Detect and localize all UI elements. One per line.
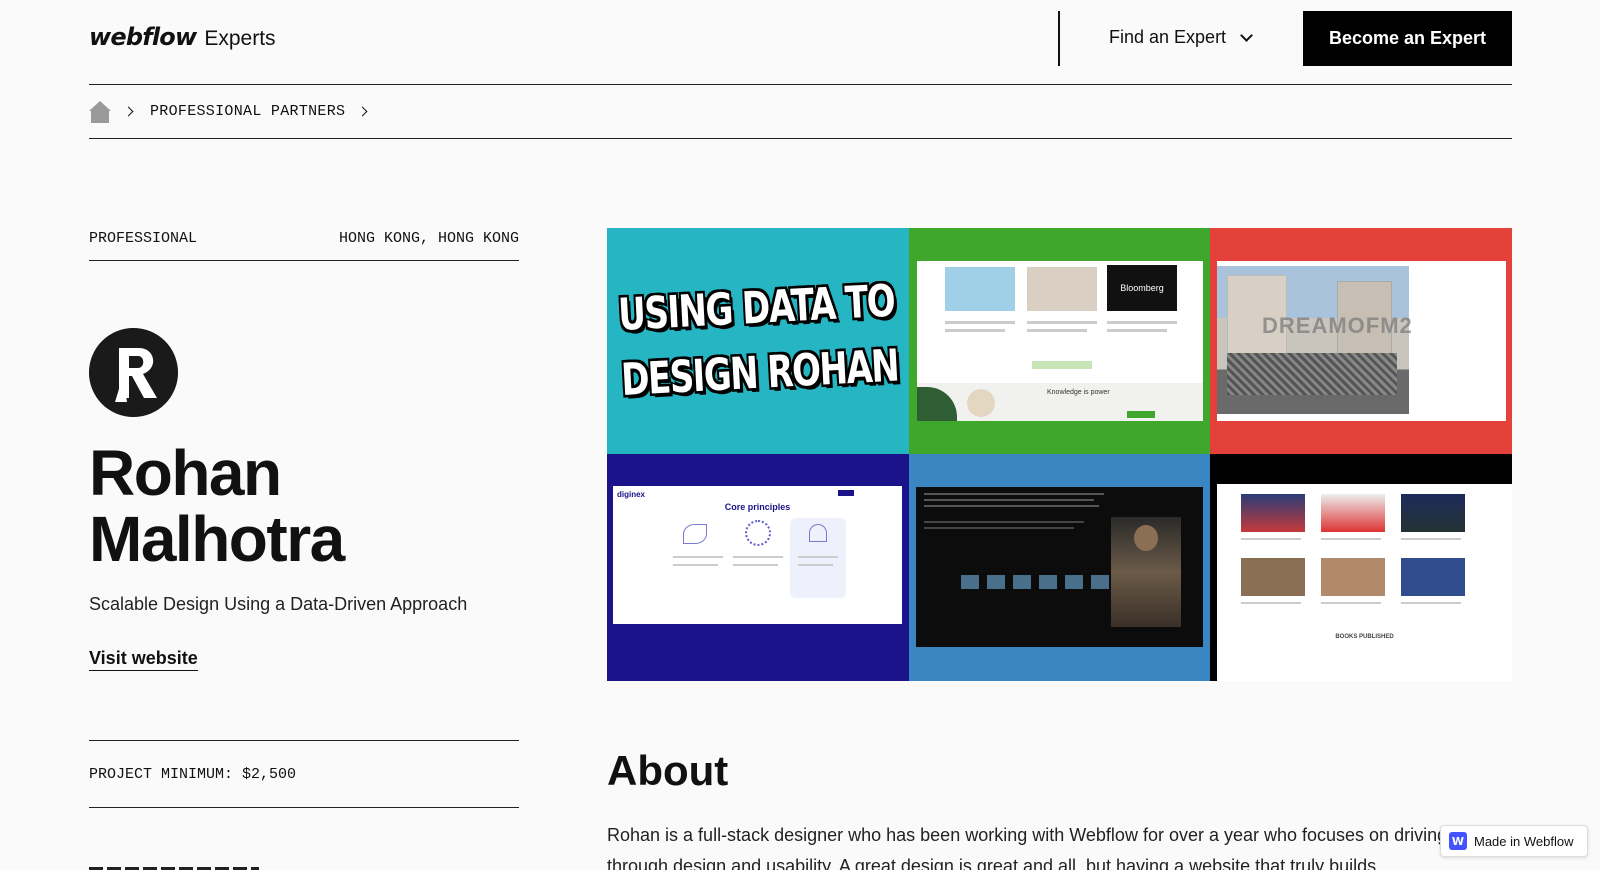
logo-sub: Experts bbox=[204, 27, 276, 50]
gallery-tile-4[interactable]: diginex Core principles bbox=[607, 454, 909, 681]
made-in-webflow-badge[interactable]: W Made in Webflow bbox=[1440, 825, 1588, 857]
tile-4-brand: diginex bbox=[617, 490, 646, 499]
become-expert-button[interactable]: Become an Expert bbox=[1303, 11, 1512, 66]
tile-3-screenshot: DREAMOFM2 bbox=[1217, 261, 1506, 421]
expert-last-name: Malhotra bbox=[89, 503, 345, 575]
badge-label: Made in Webflow bbox=[1474, 833, 1574, 849]
tile-5-screenshot bbox=[916, 487, 1203, 647]
partner-location: HONG KONG, HONG KONG bbox=[338, 230, 519, 247]
expert-first-name: Rohan bbox=[89, 437, 282, 509]
expert-tagline: Scalable Design Using a Data-Driven Appr… bbox=[89, 594, 468, 614]
site-header: webflow Experts Find an Expert Become an… bbox=[89, 0, 1512, 85]
project-minimum: PROJECT MINIMUM: $2,500 bbox=[89, 740, 519, 808]
breadcrumb: PROFESSIONAL PARTNERS bbox=[89, 85, 1512, 139]
services-heading-partial bbox=[89, 858, 269, 870]
logo-wordmark: webflow bbox=[89, 23, 197, 51]
about-heading: About bbox=[607, 747, 729, 794]
webflow-experts-logo[interactable]: webflow Experts bbox=[89, 23, 276, 51]
tile-6-footer: BOOKS PUBLISHED bbox=[1335, 634, 1394, 640]
tile-4-title: Core principles bbox=[724, 502, 791, 512]
portfolio-gallery: USING DATA TO DESIGN ROHAN Bloomberg Kno… bbox=[607, 228, 1512, 681]
partner-tier: PROFESSIONAL bbox=[89, 230, 198, 247]
expert-name: Rohan Malhotra bbox=[89, 437, 345, 575]
tile-1-headline: USING DATA TO DESIGN ROHAN bbox=[617, 275, 900, 407]
profile-meta-row: PROFESSIONAL HONG KONG, HONG KONG bbox=[89, 230, 519, 261]
tile-2-brand: Bloomberg bbox=[1107, 265, 1177, 311]
find-expert-dropdown[interactable]: Find an Expert bbox=[1109, 27, 1253, 48]
about-body: Rohan is a full-stack designer who has b… bbox=[607, 825, 1507, 870]
avatar bbox=[89, 328, 178, 417]
tile-6-screenshot: BOOKS PUBLISHED bbox=[1217, 484, 1512, 681]
chevron-right-icon bbox=[357, 106, 368, 117]
gallery-tile-6[interactable]: BOOKS PUBLISHED bbox=[1210, 454, 1512, 681]
tile-2-screenshot: Bloomberg Knowledge is power bbox=[917, 261, 1203, 421]
gallery-tile-2[interactable]: Bloomberg Knowledge is power bbox=[909, 228, 1210, 454]
tile-3-text: DREAMOFM2 bbox=[1262, 313, 1413, 338]
gallery-tile-5[interactable] bbox=[909, 454, 1210, 681]
tile-2-caption: Knowledge is power bbox=[1047, 389, 1110, 396]
home-icon[interactable] bbox=[89, 100, 111, 123]
tile-4-screenshot: diginex Core principles bbox=[613, 486, 902, 624]
visit-website-link[interactable]: Visit website bbox=[89, 648, 198, 671]
chevron-down-icon bbox=[1240, 28, 1253, 42]
webflow-logo-icon: W bbox=[1449, 832, 1467, 850]
breadcrumb-professional-partners[interactable]: PROFESSIONAL PARTNERS bbox=[150, 103, 345, 120]
header-divider bbox=[1058, 11, 1060, 66]
r-monogram-icon bbox=[89, 328, 178, 417]
find-expert-label: Find an Expert bbox=[1109, 27, 1227, 47]
gallery-tile-3[interactable]: DREAMOFM2 bbox=[1210, 228, 1512, 454]
gallery-tile-1[interactable]: USING DATA TO DESIGN ROHAN bbox=[607, 228, 909, 454]
chevron-right-icon bbox=[123, 106, 134, 117]
